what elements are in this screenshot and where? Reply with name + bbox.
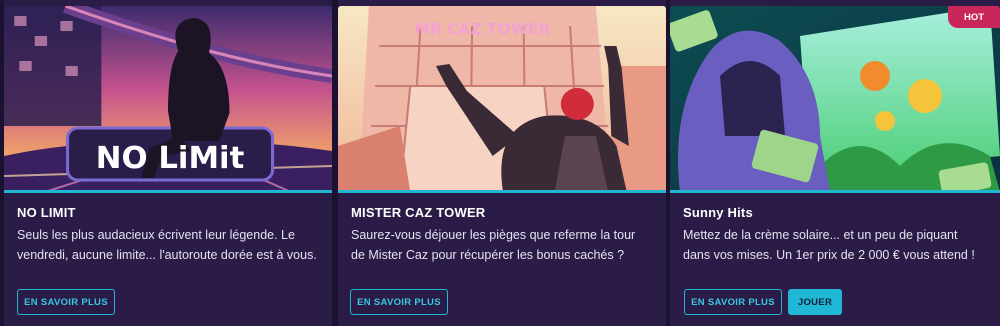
en-savoir-plus-button[interactable]: EN SAVOIR PLUS — [17, 289, 115, 315]
card-title: MISTER CAZ TOWER — [351, 205, 486, 220]
card-title: NO LIMIT — [17, 205, 76, 220]
hot-badge: HOT — [948, 6, 1000, 28]
card-description: Seuls les plus audacieux écrivent leur l… — [17, 228, 317, 262]
sunny-hits-artwork[interactable] — [670, 6, 1000, 192]
card-accent-line — [670, 190, 1000, 193]
promo-card-sunny-hits: HOT Sunny Hits Mettez de la crème solair… — [670, 0, 1000, 326]
en-savoir-plus-button[interactable]: EN SAVOIR PLUS — [684, 289, 782, 315]
promo-cards: NO LiMit NO LIMIT Seuls les plus audacie… — [0, 0, 1000, 326]
jouer-button[interactable]: JOUER — [788, 289, 842, 315]
tower-sign-text: MR CAZ TOWER — [415, 20, 551, 38]
card-accent-line — [338, 190, 666, 193]
promo-card-mister-caz-tower: MR CAZ TOWER MISTER CAZ TOWER Saurez-vou… — [338, 0, 666, 326]
en-savoir-plus-button[interactable]: EN SAVOIR PLUS — [350, 289, 448, 315]
promo-card-no-limit: NO LiMit NO LIMIT Seuls les plus audacie… — [4, 0, 332, 326]
card-title: Sunny Hits — [683, 205, 753, 220]
no-limit-artwork[interactable]: NO LiMit — [4, 6, 332, 192]
no-limit-art-text: NO LiMit — [96, 141, 244, 176]
card-description: Mettez de la crème solaire... et un peu … — [683, 228, 975, 262]
card-accent-line — [4, 190, 332, 193]
mister-caz-tower-artwork[interactable]: MR CAZ TOWER — [338, 6, 666, 192]
card-description: Saurez-vous déjouer les pièges que refer… — [351, 228, 636, 262]
